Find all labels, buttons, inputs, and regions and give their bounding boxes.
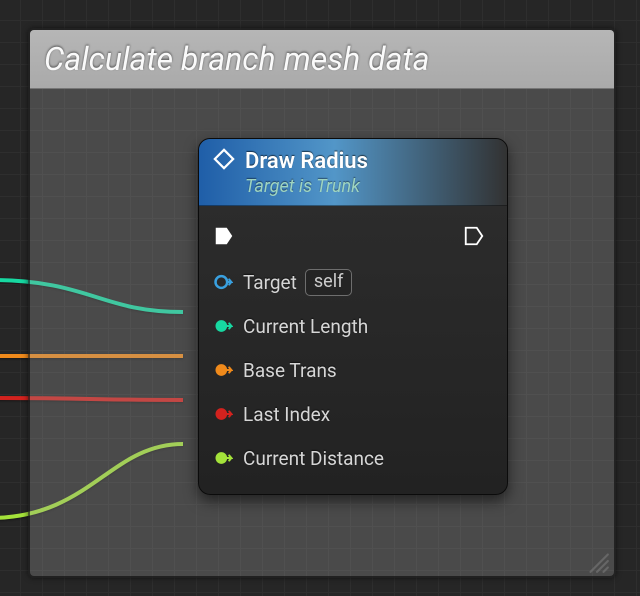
pin-lastIndex[interactable] [213, 404, 233, 424]
node-body: Target self Current Length Base Trans Last I… [199, 206, 507, 494]
pin-target[interactable] [213, 272, 233, 292]
pin-label-lastIndex: Last Index [243, 403, 330, 426]
pin-label-currentDistance: Current Distance [243, 447, 384, 470]
comment-header[interactable]: Calculate branch mesh data [30, 30, 614, 89]
comment-box[interactable]: Calculate branch mesh data Draw Radius T… [28, 28, 616, 578]
pin-row-lastIndex: Last Index [213, 392, 491, 436]
resize-grip-icon[interactable] [584, 548, 610, 574]
node-title: Draw Radius [245, 149, 368, 174]
pin-currentLength[interactable] [213, 316, 233, 336]
pin-currentDistance[interactable] [213, 448, 233, 468]
pin-row-currentDistance: Current Distance [213, 436, 491, 480]
pin-row-baseTrans: Base Trans [213, 348, 491, 392]
pin-label-currentLength: Current Length [243, 315, 368, 338]
pin-row-currentLength: Current Length [213, 304, 491, 348]
exec-in-pin[interactable] [213, 225, 235, 252]
node-header[interactable]: Draw Radius Target is Trunk [199, 139, 507, 206]
node-draw-radius[interactable]: Draw Radius Target is Trunk Target self Cu… [198, 138, 508, 495]
function-icon [213, 148, 235, 174]
comment-title: Calculate branch mesh data [44, 40, 430, 78]
pin-label-target: Target [243, 271, 297, 294]
exec-out-pin[interactable] [463, 225, 485, 252]
pin-default-target[interactable]: self [305, 269, 352, 296]
pin-label-baseTrans: Base Trans [243, 359, 337, 382]
node-subtitle: Target is Trunk [245, 176, 493, 197]
pin-row-target: Target self [213, 260, 491, 304]
pin-baseTrans[interactable] [213, 360, 233, 380]
